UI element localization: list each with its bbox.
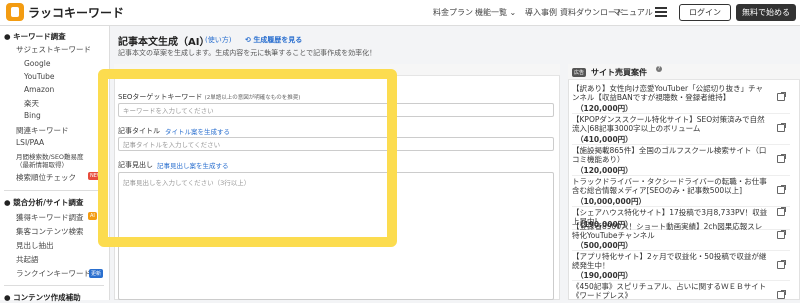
listing-divider — [572, 206, 790, 207]
sidebar-item-acquired-keywords[interactable]: 獲得キーワード調査 — [16, 212, 84, 223]
listing-title[interactable]: 【施設掲載865件】全国のゴルフスクール検索サイト（口コミ機能あり） — [572, 146, 768, 164]
sidebar-item-volume-sub: （最新情報取得） — [16, 161, 68, 169]
menu-icon[interactable] — [655, 7, 667, 17]
sidebar-item-lsi[interactable]: LSI/PAA — [16, 138, 44, 147]
sidebar-item-suggest[interactable]: サジェストキーワード — [16, 44, 91, 55]
nav-cases[interactable]: 導入事例 — [525, 7, 557, 18]
generate-title-link[interactable]: タイトル案を生成する — [165, 126, 230, 136]
external-link-icon[interactable] — [777, 185, 786, 194]
top-header: ラッコキーワード 料金プラン 機能一覧 ⌄ 導入事例 資料ダウンロード マニュア… — [0, 0, 800, 26]
article-title-input[interactable]: 記事タイトルを入力してください — [118, 137, 554, 151]
sidebar-section-content: ● コンテンツ作成補助 — [4, 293, 81, 302]
listing-divider — [572, 113, 790, 114]
ad-badge: 広告 — [572, 68, 587, 77]
seo-keyword-input[interactable]: キーワードを入力してください — [118, 103, 554, 117]
nav-manual[interactable]: マニュアル — [613, 7, 653, 18]
sidebar-item-related[interactable]: 関連キーワード — [16, 125, 69, 136]
article-heading-label: 記事見出し — [118, 161, 153, 169]
page-title: 記事本文生成（AI） — [118, 37, 210, 48]
sidebar-item-bing[interactable]: Bing — [24, 111, 41, 120]
article-title-label: 記事タイトル — [118, 127, 160, 135]
sidebar-item-rankin-keywords[interactable]: ランクインキーワード — [16, 268, 91, 279]
sidebar-item-youtube[interactable]: YouTube — [24, 72, 55, 81]
site-sales-title: サイト売買案件 — [591, 68, 647, 77]
sidebar-item-heading-extract[interactable]: 見出し抽出 — [16, 240, 54, 251]
nav-pricing[interactable]: 料金プラン — [433, 7, 473, 18]
listing-divider — [572, 280, 790, 281]
external-link-icon[interactable] — [777, 290, 786, 299]
form-panel-header — [114, 64, 560, 76]
free-trial-button[interactable]: 無料で始める — [736, 4, 796, 21]
listing-title[interactable]: 《450記事》スピリチュアル、占いに関するＷＥＢサイト《ワードプレス》 — [572, 282, 768, 300]
sidebar-item-amazon[interactable]: Amazon — [24, 85, 54, 94]
logo[interactable]: ラッコキーワード — [6, 3, 124, 21]
usage-link[interactable]: (使い方) — [205, 35, 231, 45]
listing-divider — [572, 175, 790, 176]
help-icon[interactable]: ? — [656, 66, 662, 72]
update-badge: 更新 — [89, 269, 104, 278]
logo-icon — [6, 3, 24, 21]
listing-title[interactable]: 【アプリ特化サイト】2ヶ月で収益化・50投稿で収益が継続発生中！ — [572, 252, 768, 270]
sidebar-section-keyword: ● キーワード調査 — [4, 32, 66, 41]
listing-title[interactable]: 【訳あり】女性向け恋愛YouTuber「公認切り抜き」チャンネル【収益BANです… — [572, 84, 768, 102]
sidebar-item-rank-check[interactable]: 検索順位チェック — [16, 172, 76, 183]
logo-text: ラッコキーワード — [28, 5, 125, 20]
article-heading-textarea[interactable]: 記事見出しを入力してください（3行以上） — [118, 172, 554, 300]
external-link-icon[interactable] — [777, 154, 786, 163]
login-button[interactable]: ログイン — [679, 4, 731, 21]
listing-divider — [572, 250, 790, 251]
history-link[interactable]: ⟲ 生成履歴を見る — [245, 35, 302, 45]
listing-divider — [572, 144, 790, 145]
sidebar-divider-2 — [4, 285, 104, 286]
sidebar-item-rakuten[interactable]: 楽天 — [24, 98, 39, 109]
external-link-icon[interactable] — [777, 92, 786, 101]
generate-heading-link[interactable]: 記事見出し案を生成する — [157, 160, 229, 170]
sidebar-divider — [4, 190, 104, 191]
page-description: 記事本文の草案を生成します。生成内容を元に執筆することで記事作成を効率化！ — [118, 49, 377, 57]
external-link-icon[interactable] — [777, 207, 786, 216]
listing-title[interactable]: 【KPOPダンススクール特化サイト】SEO対策済みで自然流入|68記事3000字… — [572, 115, 768, 133]
sidebar-section-competitor: ● 競合分析/サイト調査 — [4, 198, 84, 207]
external-link-icon[interactable] — [777, 260, 786, 269]
sidebar-item-cooccurrence[interactable]: 共起語 — [16, 254, 39, 265]
ai-badge: AI — [88, 212, 97, 220]
listing-title[interactable]: 【登録者8900人！ショート動画実績】2ch図果応報スレ特化YouTubeチャン… — [572, 222, 768, 240]
sidebar-item-google[interactable]: Google — [24, 59, 50, 68]
new-badge: NEW — [88, 172, 104, 180]
sidebar-item-content-search[interactable]: 集客コンテンツ検索 — [16, 226, 84, 237]
external-link-icon[interactable] — [777, 230, 786, 239]
external-link-icon[interactable] — [777, 123, 786, 132]
listing-title[interactable]: トラックドライバー・タクシードライバーの転職・お仕事含む総合情報メディア[SEO… — [572, 177, 768, 195]
seo-keyword-label: SEOターゲットキーワード (2単語以上の意図が明確なものを推奨) — [118, 93, 301, 101]
nav-features[interactable]: 機能一覧 ⌄ — [475, 7, 516, 18]
